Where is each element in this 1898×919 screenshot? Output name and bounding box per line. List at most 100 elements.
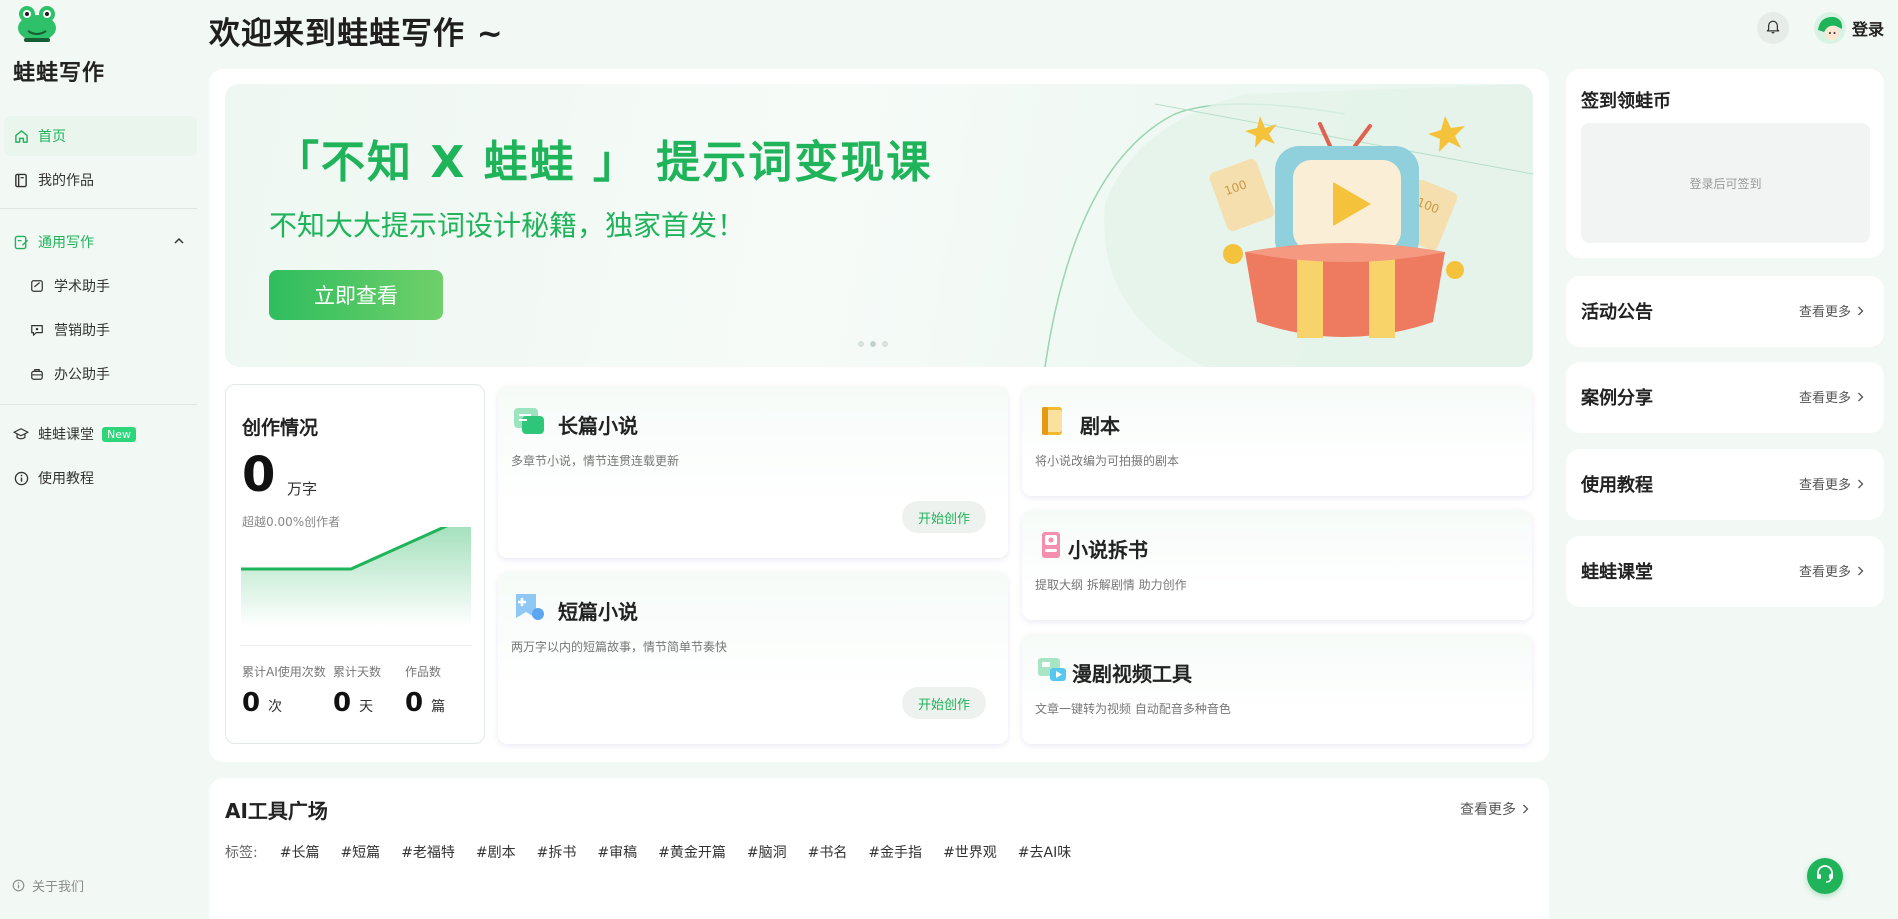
- tag-chip[interactable]: #长篇: [280, 842, 320, 862]
- bell-icon: [1766, 19, 1780, 38]
- announcement-card: 活动公告 查看更多: [1566, 276, 1884, 347]
- tag-chip[interactable]: #书名: [808, 842, 848, 862]
- checkin-title: 签到领蛙币: [1581, 91, 1671, 112]
- carousel-dots[interactable]: [858, 341, 888, 347]
- checkin-card: 签到领蛙币 登录后可签到: [1566, 69, 1884, 258]
- sidebar-item-label: 办公助手: [54, 367, 110, 383]
- sidebar-item-label: 首页: [38, 129, 66, 145]
- tag-chip[interactable]: #黄金开篇: [658, 842, 726, 862]
- stats-divider: [240, 645, 472, 646]
- sidebar-item-label: 通用写作: [38, 235, 94, 251]
- about-us-link[interactable]: 关于我们: [12, 876, 84, 895]
- tool-card-comic-video[interactable]: 漫剧视频工具 文章一键转为视频 自动配音多种音色: [1022, 634, 1532, 744]
- start-writing-button[interactable]: 开始创作: [901, 687, 986, 719]
- case-share-card: 案例分享 查看更多: [1566, 362, 1884, 433]
- office-icon: [29, 366, 45, 382]
- sidebar-item-marketing[interactable]: 营销助手: [0, 310, 197, 350]
- new-badge: New: [102, 426, 136, 442]
- tool-desc: 多章节小说，情节连贯连载更新: [511, 454, 680, 468]
- tag-chip[interactable]: #去AI味: [1018, 842, 1071, 862]
- sidebar-item-label: 营销助手: [54, 323, 110, 339]
- notification-button[interactable]: [1757, 12, 1789, 44]
- frog-logo-icon[interactable]: [14, 4, 60, 44]
- stats-trend-chart: [241, 527, 471, 627]
- sidebar-item-label: 使用教程: [38, 471, 94, 487]
- tag-chip[interactable]: #短篇: [340, 842, 380, 862]
- carousel-dot[interactable]: [870, 341, 876, 347]
- metric-unit: 次: [268, 699, 283, 715]
- long-novel-icon: [512, 406, 546, 436]
- sidebar-item-label: 蛙蛙课堂: [38, 427, 94, 443]
- card-title: 使用教程: [1581, 475, 1653, 496]
- graduation-cap-icon: [13, 426, 29, 442]
- headset-icon: [1815, 864, 1835, 888]
- view-now-button[interactable]: 立即查看: [269, 270, 443, 320]
- login-button[interactable]: 登录: [1814, 12, 1884, 44]
- tool-title: 漫剧视频工具: [1072, 662, 1192, 686]
- sidebar: 蛙蛙写作 首页 我的作品 通用写作 学术助手 营销助手 办公助手 蛙蛙课堂 Ne…: [0, 0, 197, 919]
- sidebar-item-label: 我的作品: [38, 173, 94, 189]
- metric-unit: 天: [359, 699, 374, 715]
- sidebar-item-office[interactable]: 办公助手: [0, 354, 197, 394]
- page-title: 欢迎来到蛙蛙写作 ~: [209, 16, 504, 52]
- sidebar-item-my-works[interactable]: 我的作品: [0, 160, 197, 200]
- metric-works: 作品数 0篇: [405, 663, 445, 718]
- tool-desc: 提取大纲 拆解剧情 助力创作: [1035, 578, 1187, 592]
- view-more-label: 查看更多: [1798, 305, 1851, 320]
- tool-desc: 将小说改编为可拍摄的剧本: [1035, 454, 1180, 468]
- tag-chip[interactable]: #拆书: [537, 842, 577, 862]
- banner-title: 「不知 X 蛙蛙 」 提示词变现课: [275, 137, 933, 188]
- sidebar-item-general-writing[interactable]: 通用写作: [0, 222, 197, 262]
- metric-label: 累计天数: [333, 665, 382, 679]
- carousel-dot[interactable]: [858, 341, 864, 347]
- tool-card-script[interactable]: 剧本 将小说改编为可拍摄的剧本: [1022, 386, 1532, 496]
- tool-card-book-breakdown[interactable]: 小说拆书 提取大纲 拆解剧情 助力创作: [1022, 510, 1532, 620]
- tool-card-long-novel[interactable]: 长篇小说 多章节小说，情节连贯连载更新 开始创作: [498, 386, 1008, 558]
- carousel-dot[interactable]: [882, 341, 888, 347]
- writing-stats-card: 创作情况 0 万字 超越0.00%创作者 累计AI使用次数 0次 累计天数 0天…: [225, 384, 485, 744]
- view-more-label: 查看更多: [1798, 565, 1851, 580]
- book-breakdown-icon: [1036, 530, 1070, 560]
- checkin-box[interactable]: 登录后可签到: [1581, 123, 1870, 243]
- chevron-right-icon: [1858, 306, 1864, 315]
- sidebar-item-tutorial[interactable]: 使用教程: [0, 458, 197, 498]
- metric-value: 0: [333, 688, 352, 718]
- view-more-link[interactable]: 查看更多: [1799, 474, 1864, 493]
- ai-tools-plaza: AI工具广场 查看更多 标签: #长篇 #短篇 #老福特 #剧本 #拆书 #审稿…: [209, 778, 1549, 919]
- marketing-icon: [29, 322, 45, 338]
- metric-days: 累计天数 0天: [333, 663, 381, 718]
- tool-card-short-novel[interactable]: 短篇小说 两万字以内的短篇故事，情节简单节奏快 开始创作: [498, 572, 1008, 744]
- tutorial-card: 使用教程 查看更多: [1566, 449, 1884, 520]
- word-count-value: 0: [242, 447, 276, 503]
- tag-chip[interactable]: #审稿: [597, 842, 637, 862]
- promo-banner[interactable]: 100 100 「不知 X 蛙蛙 」 提示词变现课 不知大大提示词设计秘籍，独家…: [225, 84, 1533, 367]
- tag-chip[interactable]: #世界观: [943, 842, 997, 862]
- tag-chip[interactable]: #老福特: [401, 842, 455, 862]
- sidebar-item-classroom[interactable]: 蛙蛙课堂 New: [0, 414, 197, 454]
- tag-filter-row: 标签: #长篇 #短篇 #老福特 #剧本 #拆书 #审稿 #黄金开篇 #脑洞 #…: [225, 842, 1092, 862]
- card-title: 案例分享: [1581, 388, 1653, 409]
- start-writing-button[interactable]: 开始创作: [901, 501, 986, 533]
- customer-service-button[interactable]: [1807, 858, 1843, 894]
- tag-chip[interactable]: #脑洞: [747, 842, 787, 862]
- script-icon: [1036, 406, 1070, 436]
- metric-unit: 篇: [431, 699, 446, 715]
- view-more-link[interactable]: 查看更多: [1799, 561, 1864, 580]
- tool-title: 小说拆书: [1068, 538, 1148, 562]
- avatar: [1814, 12, 1846, 44]
- banner-illustration: 100 100: [1044, 84, 1533, 367]
- ai-tools-view-more-link[interactable]: 查看更多: [1460, 799, 1529, 819]
- chevron-up-icon[interactable]: [173, 235, 185, 251]
- tag-chip[interactable]: #剧本: [476, 842, 516, 862]
- tag-label: 标签:: [225, 845, 258, 861]
- view-more-link[interactable]: 查看更多: [1799, 301, 1864, 320]
- sidebar-item-home[interactable]: 首页: [4, 116, 197, 156]
- view-more-link[interactable]: 查看更多: [1799, 387, 1864, 406]
- metric-value: 0: [405, 688, 424, 718]
- word-count-unit: 万字: [287, 480, 318, 498]
- checkin-hint: 登录后可签到: [1689, 176, 1762, 191]
- banner-subtitle: 不知大大提示词设计秘籍，独家首发！: [269, 209, 746, 242]
- tag-chip[interactable]: #金手指: [868, 842, 922, 862]
- view-more-label: 查看更多: [1798, 391, 1851, 406]
- sidebar-item-academic[interactable]: 学术助手: [0, 266, 197, 306]
